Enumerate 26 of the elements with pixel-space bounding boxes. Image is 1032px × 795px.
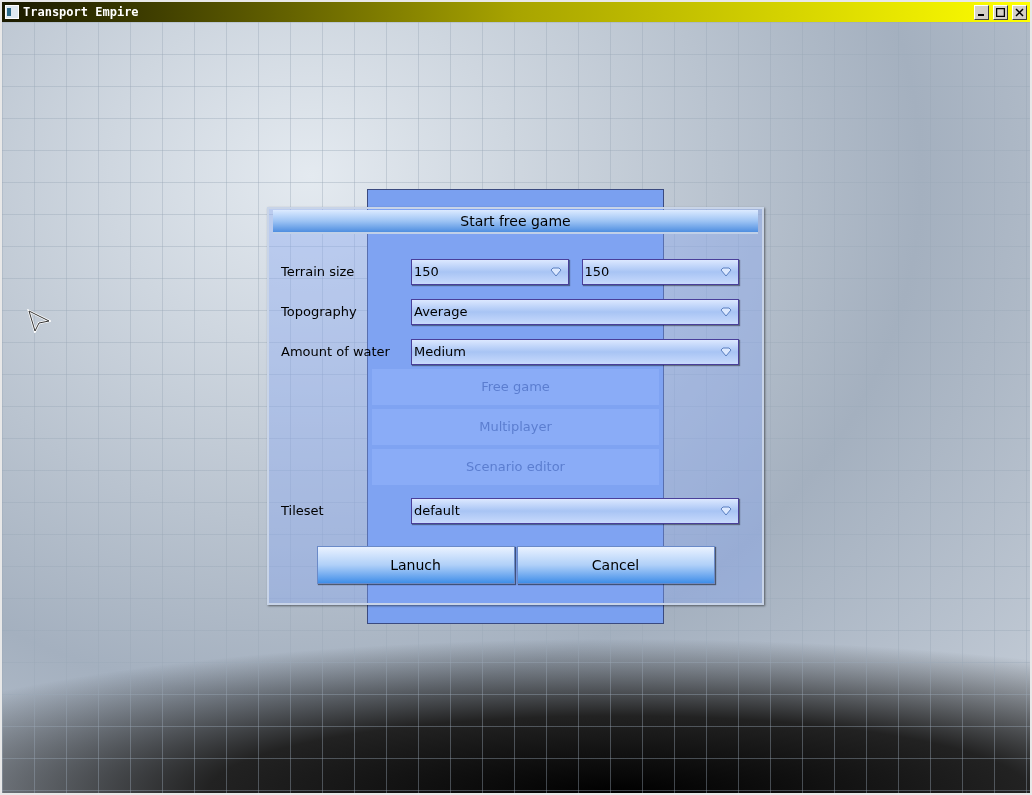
minimize-icon — [978, 14, 985, 16]
window-title: Transport Empire — [23, 4, 140, 21]
maximize-icon — [996, 7, 1005, 17]
minimize-button[interactable] — [974, 4, 989, 20]
dialog-button[interactable]: Cancel — [516, 546, 715, 584]
dropdown[interactable]: Medium — [411, 339, 739, 365]
diamond-icon — [720, 267, 732, 277]
dropdown[interactable]: 150 — [581, 259, 739, 285]
dialog-button[interactable]: Lanuch — [316, 546, 515, 584]
dialog-title-bar: Start free game — [273, 210, 758, 234]
field-label: Terrain size — [281, 263, 356, 282]
close-button[interactable] — [1012, 4, 1027, 20]
diamond-icon — [720, 307, 732, 317]
field-label: Amount of water — [281, 343, 391, 362]
close-icon — [1015, 7, 1024, 17]
diamond-icon — [720, 506, 732, 516]
diamond-icon — [720, 347, 732, 357]
dropdown[interactable]: Average — [411, 299, 739, 325]
cursor-icon — [27, 309, 51, 333]
window-icon — [5, 5, 19, 19]
maximize-button[interactable] — [993, 4, 1008, 20]
field-label: Tileset — [281, 502, 325, 521]
dropdown[interactable]: default — [411, 498, 739, 524]
dropdown[interactable]: 150 — [411, 259, 569, 285]
field-label: Topography — [281, 303, 358, 322]
diamond-icon — [549, 267, 562, 277]
